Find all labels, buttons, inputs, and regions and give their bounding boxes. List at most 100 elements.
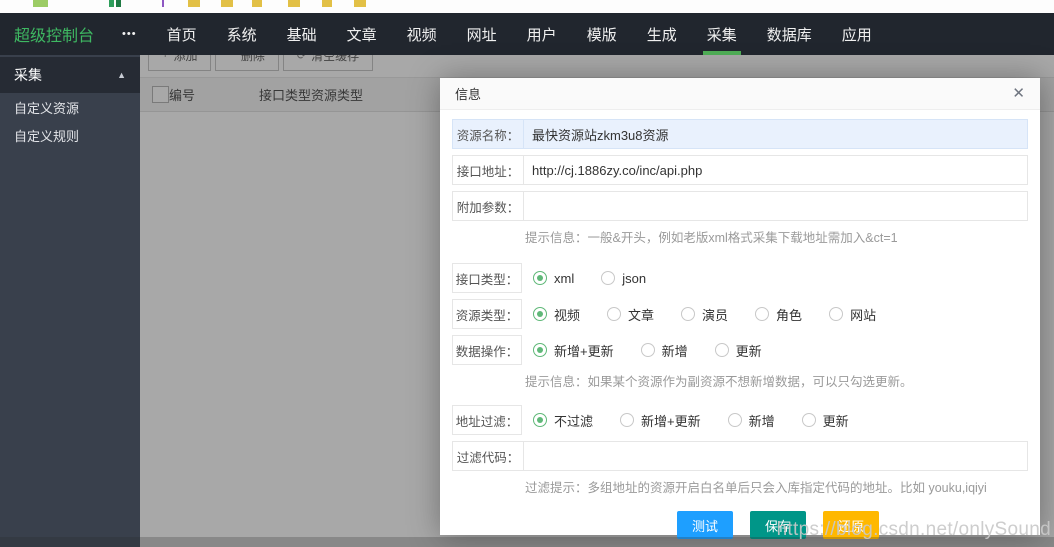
nav-item-用户[interactable]: 用户 (519, 13, 565, 55)
radio-unselected-icon[interactable] (829, 307, 843, 321)
radio-unselected-icon[interactable] (601, 271, 615, 285)
radio-option-视频[interactable]: 视频 (533, 305, 580, 324)
extra-params-label: 附加参数： (453, 192, 524, 220)
resource-name-label: 资源名称： (453, 120, 524, 148)
radio-unselected-icon[interactable] (802, 413, 816, 427)
favicon-fragment-yellow (322, 0, 332, 7)
radio-option-新增[interactable]: 新增 (641, 341, 688, 360)
radio-unselected-icon[interactable] (620, 413, 634, 427)
radio-option-label: 更新 (823, 411, 849, 430)
nav-item-生成[interactable]: 生成 (639, 13, 685, 55)
nav-item-模版[interactable]: 模版 (579, 13, 625, 55)
extra-params-hint: 提示信息：一般&开头，例如老版xml格式采集下载地址需加入&ct=1 (525, 227, 1028, 246)
filter-code-input[interactable] (524, 442, 1027, 470)
radio-option-label: 不过滤 (554, 411, 593, 430)
more-menu-icon[interactable]: ••• (122, 28, 137, 40)
radio-option-label: 网站 (850, 305, 876, 324)
app-title: 超级控制台 (14, 22, 94, 46)
radio-option-新增+更新[interactable]: 新增+更新 (533, 341, 614, 360)
radio-option-更新[interactable]: 更新 (715, 341, 762, 360)
radio-option-label: 新增 (662, 341, 688, 360)
nav-item-数据库[interactable]: 数据库 (759, 13, 820, 55)
resource-type-row: 资源类型： 视频 文章 演员 角色 网站 (452, 299, 1028, 329)
radio-option-label: 更新 (736, 341, 762, 360)
address-filter-label: 地址过滤： (452, 405, 522, 435)
sidebar-group-label: 采集 (14, 65, 42, 85)
filter-code-hint: 过滤提示：多组地址的资源开启白名单后只会入库指定代码的地址。比如 youku,i… (525, 477, 1028, 496)
radio-option-label: json (622, 271, 646, 286)
radio-option-label: 文章 (628, 305, 654, 324)
radio-option-label: 视频 (554, 305, 580, 324)
resource-name-input[interactable]: 最快资源站zkm3u8资源 (524, 120, 1027, 148)
radio-option-label: 新增+更新 (641, 411, 701, 430)
top-navbar: 超级控制台 ••• 首页系统基础文章视频网址用户模版生成采集数据库应用 (0, 13, 1054, 55)
nav-item-应用[interactable]: 应用 (834, 13, 880, 55)
radio-option-label: 新增 (749, 411, 775, 430)
radio-option-角色[interactable]: 角色 (755, 305, 802, 324)
radio-option-xml[interactable]: xml (533, 271, 574, 286)
radio-option-label: 角色 (776, 305, 802, 324)
radio-unselected-icon[interactable] (728, 413, 742, 427)
nav-item-基础[interactable]: 基础 (279, 13, 325, 55)
nav-item-文章[interactable]: 文章 (339, 13, 385, 55)
radio-option-网站[interactable]: 网站 (829, 305, 876, 324)
nav-item-采集[interactable]: 采集 (699, 13, 745, 55)
radio-selected-icon[interactable] (533, 413, 547, 427)
nav-item-网址[interactable]: 网址 (459, 13, 505, 55)
api-url-input[interactable]: http://cj.1886zy.co/inc/api.php (524, 156, 1027, 184)
sidebar-group-caiji[interactable]: 采集 ▲ (0, 57, 140, 93)
info-modal: 信息 ✕ 资源名称： 最快资源站zkm3u8资源 接口地址： http://cj… (440, 78, 1040, 535)
close-icon[interactable]: ✕ (1012, 86, 1025, 101)
radio-option-label: 演员 (702, 305, 728, 324)
radio-option-label: 新增+更新 (554, 341, 614, 360)
api-url-row: 接口地址： http://cj.1886zy.co/inc/api.php (452, 155, 1028, 185)
favicon-fragment-yellow (188, 0, 200, 7)
radio-option-新增+更新[interactable]: 新增+更新 (620, 411, 701, 430)
modal-body: 资源名称： 最快资源站zkm3u8资源 接口地址： http://cj.1886… (440, 110, 1040, 539)
interface-type-row: 接口类型： xml json (452, 263, 1028, 293)
radio-selected-icon[interactable] (533, 343, 547, 357)
extra-params-row: 附加参数： (452, 191, 1028, 221)
nav-item-视频[interactable]: 视频 (399, 13, 445, 55)
radio-option-label: xml (554, 271, 574, 286)
nav-item-首页[interactable]: 首页 (159, 13, 205, 55)
radio-selected-icon[interactable] (533, 307, 547, 321)
browser-favicon-strip (0, 0, 1054, 13)
favicon-fragment-yellow (221, 0, 233, 7)
favicon-fragment-yellow (288, 0, 300, 7)
radio-selected-icon[interactable] (533, 271, 547, 285)
favicon-fragment-yellow (252, 0, 262, 7)
nav-item-系统[interactable]: 系统 (219, 13, 265, 55)
address-filter-row: 地址过滤： 不过滤 新增+更新 新增 更新 (452, 405, 1028, 435)
api-url-label: 接口地址： (453, 156, 524, 184)
sidebar-item-自定义规则[interactable]: 自定义规则 (0, 121, 140, 149)
resource-name-row: 资源名称： 最快资源站zkm3u8资源 (452, 119, 1028, 149)
radio-unselected-icon[interactable] (755, 307, 769, 321)
radio-option-json[interactable]: json (601, 271, 646, 286)
extra-params-input[interactable] (524, 192, 1027, 220)
favicon-fragment-green-light (33, 0, 48, 7)
test-button[interactable]: 测试 (677, 511, 733, 539)
watermark-text: https://blog.csdn.net/onlySound (777, 519, 1051, 541)
filter-code-label: 过滤代码： (453, 442, 524, 470)
radio-option-不过滤[interactable]: 不过滤 (533, 411, 593, 430)
data-operation-row: 数据操作： 新增+更新 新增 更新 (452, 335, 1028, 365)
favicon-fragment-yellow (354, 0, 366, 7)
favicon-fragment-green (109, 0, 114, 7)
radio-unselected-icon[interactable] (715, 343, 729, 357)
radio-unselected-icon[interactable] (681, 307, 695, 321)
radio-option-新增[interactable]: 新增 (728, 411, 775, 430)
interface-type-label: 接口类型： (452, 263, 522, 293)
sidebar-item-自定义资源[interactable]: 自定义资源 (0, 93, 140, 121)
radio-unselected-icon[interactable] (607, 307, 621, 321)
radio-unselected-icon[interactable] (641, 343, 655, 357)
chevron-up-icon: ▲ (117, 70, 126, 80)
radio-option-演员[interactable]: 演员 (681, 305, 728, 324)
data-operation-label: 数据操作： (452, 335, 522, 365)
filter-code-row: 过滤代码： (452, 441, 1028, 471)
radio-option-更新[interactable]: 更新 (802, 411, 849, 430)
main-nav: 首页系统基础文章视频网址用户模版生成采集数据库应用 (159, 13, 894, 55)
data-operation-hint: 提示信息：如果某个资源作为副资源不想新增数据，可以只勾选更新。 (525, 371, 1028, 390)
radio-option-文章[interactable]: 文章 (607, 305, 654, 324)
resource-type-label: 资源类型： (452, 299, 522, 329)
